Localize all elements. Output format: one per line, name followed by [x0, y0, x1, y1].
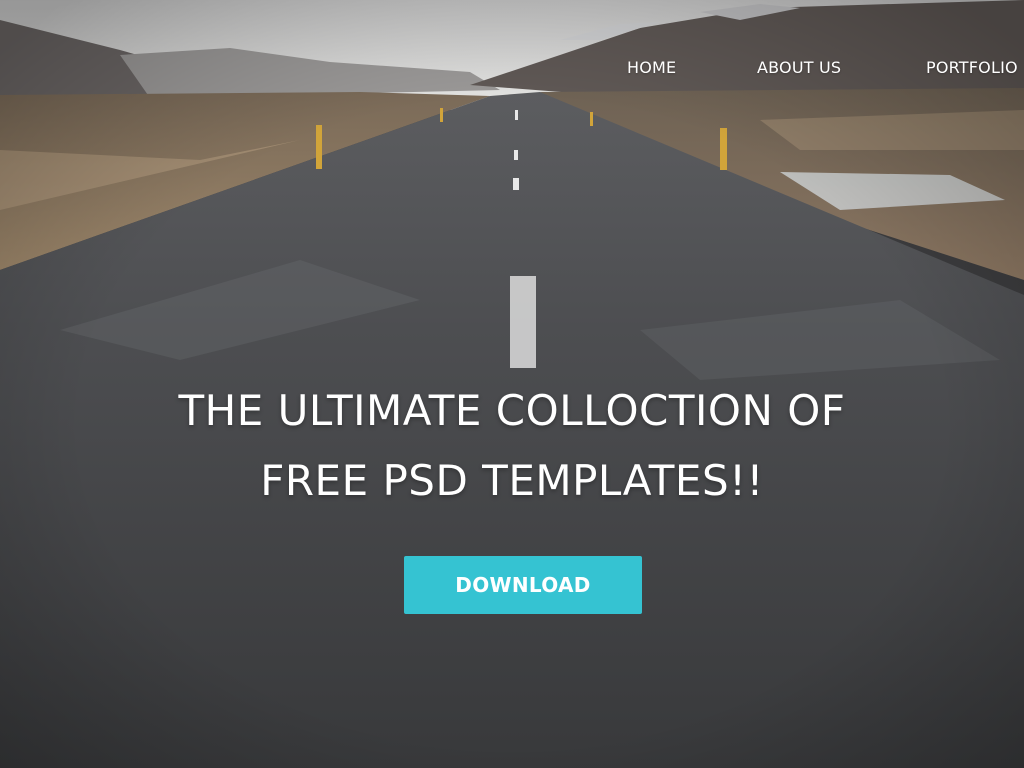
hero-section: HOME ABOUT US PORTFOLIO THE ULTIMATE COL… — [0, 0, 1024, 768]
download-button[interactable]: DOWNLOAD — [404, 556, 642, 614]
hero-headline-line-1: THE ULTIMATE COLLOCTION OF — [178, 386, 846, 435]
main-nav: HOME ABOUT US PORTFOLIO — [0, 58, 1024, 82]
nav-item-home[interactable]: HOME — [627, 58, 676, 77]
hero-headline: THE ULTIMATE COLLOCTION OF FREE PSD TEMP… — [0, 376, 1024, 516]
nav-item-portfolio[interactable]: PORTFOLIO — [926, 58, 1018, 77]
hero-headline-line-2: FREE PSD TEMPLATES!! — [260, 456, 764, 505]
nav-item-about-us[interactable]: ABOUT US — [757, 58, 841, 77]
